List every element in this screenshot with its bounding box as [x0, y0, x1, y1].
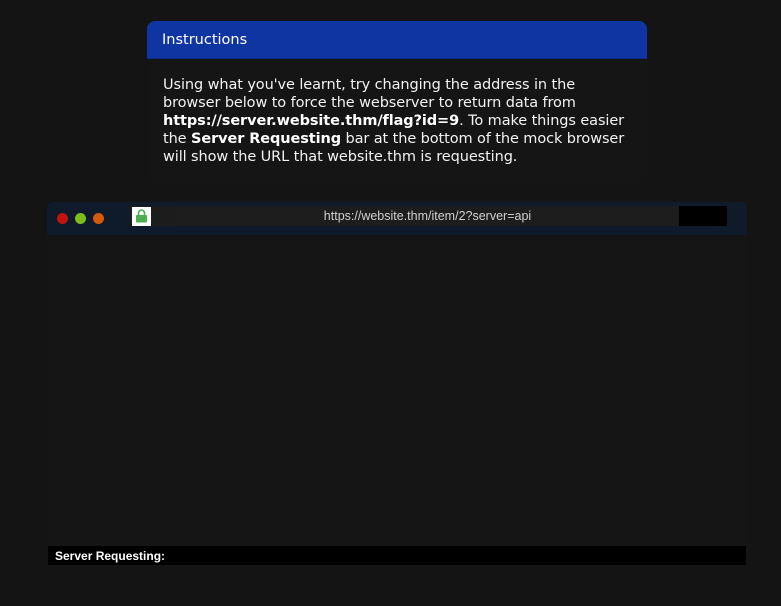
- browser-viewport: [47, 235, 747, 546]
- instructions-text: Using what you've learnt, try changing t…: [147, 59, 647, 166]
- close-window-icon[interactable]: [57, 213, 68, 224]
- lock-icon-glyph: [136, 209, 147, 223]
- lock-icon: [132, 207, 151, 226]
- server-requesting-bar: Server Requesting:: [48, 546, 746, 565]
- server-requesting-emphasis: Server Requesting: [191, 131, 341, 147]
- mock-browser: [47, 202, 747, 566]
- instructions-title: Instructions: [147, 21, 647, 59]
- maximize-window-icon[interactable]: [93, 213, 104, 224]
- instructions-panel: Instructions Using what you've learnt, t…: [147, 21, 647, 183]
- browser-titlebar: [47, 202, 747, 235]
- address-bar: [130, 206, 727, 226]
- url-input[interactable]: [175, 207, 680, 225]
- server-requesting-label: Server Requesting:: [55, 549, 166, 563]
- flag-url: https://server.website.thm/flag?id=9: [163, 113, 460, 129]
- instructions-text-part-1: Using what you've learnt, try changing t…: [163, 77, 576, 111]
- address-bar-end: [679, 206, 727, 226]
- minimize-window-icon[interactable]: [75, 213, 86, 224]
